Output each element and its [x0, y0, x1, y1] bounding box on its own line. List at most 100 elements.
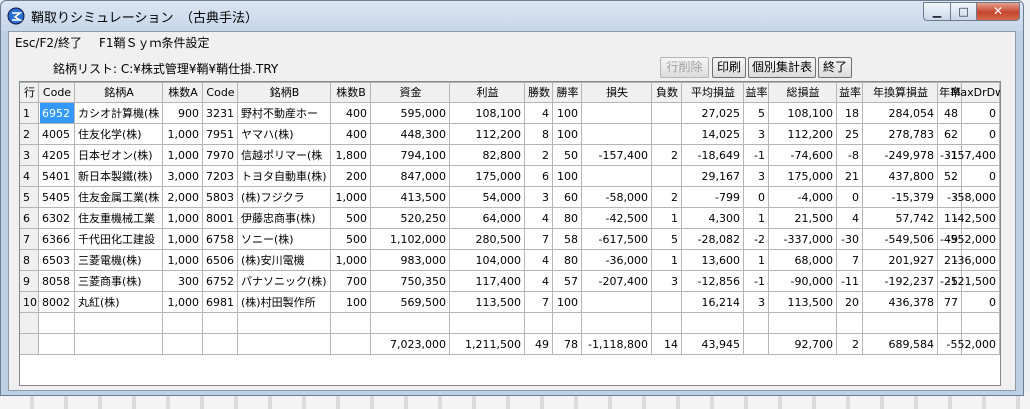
title-bar[interactable]: 鞘取りシミュレーション （古典手法） ▁ □ ✕ [1, 1, 1023, 31]
table-cell: 三菱商事(株) [78, 274, 142, 288]
table-cell: -4,000 [798, 191, 833, 204]
table-cell: -1,118,800 [588, 338, 648, 351]
table-cell: 5 [758, 107, 765, 120]
table-cell: 3231 [206, 107, 234, 120]
table-cell: 100 [557, 128, 578, 141]
table-cell: 野村不動産ホー [241, 106, 318, 120]
table-cell: -12,856 [698, 275, 740, 288]
table-cell: 6503 [42, 254, 70, 267]
table-cell: 1 [758, 254, 765, 267]
table-cell: -552,000 [947, 233, 996, 246]
print-button[interactable]: 印刷 [712, 57, 746, 78]
table-cell: 6752 [206, 275, 234, 288]
table-cell: 43,945 [702, 338, 741, 351]
table-cell: -28,082 [698, 233, 740, 246]
table-cell: 2 [671, 191, 678, 204]
table-cell: 500 [346, 212, 367, 225]
table-cell: 689,584 [889, 338, 935, 351]
window-title: 鞘取りシミュレーション （古典手法） [31, 11, 258, 26]
exit-button[interactable]: 終了 [818, 57, 852, 78]
table-cell: 29,167 [702, 170, 741, 183]
maximize-button[interactable]: □ [950, 2, 977, 21]
results-grid[interactable]: 行 Code 銘柄A 株数A Code 銘柄B 株数B 資金 利益 勝数 勝率 損失 負数 平均損益 益率総… [19, 81, 1001, 386]
table-cell: 7 [542, 296, 549, 309]
table-cell: ヤマハ(株) [241, 127, 294, 141]
table-cell: 62 [944, 128, 958, 141]
column-header: 年換算損益 [873, 85, 928, 99]
column-header: 損失 [606, 85, 628, 99]
column-header: 株数B [336, 85, 366, 99]
column-header: 株数A [168, 85, 198, 99]
table-cell: 113,500 [476, 296, 522, 309]
table-cell: 3 [23, 149, 30, 162]
table-cell: 2 [23, 128, 30, 141]
table-cell: 700 [346, 275, 367, 288]
table-cell: 448,300 [401, 128, 447, 141]
table-cell: 58 [564, 233, 578, 246]
table-cell: 108,100 [788, 107, 834, 120]
table-cell: -30 [841, 233, 859, 246]
delete-row-button[interactable]: 行削除 [660, 57, 709, 78]
table-cell: 1 [671, 254, 678, 267]
table-cell: 2 [542, 149, 549, 162]
table-cell: 2 [671, 149, 678, 162]
table-cell: 27,025 [702, 107, 741, 120]
table-cell: 丸紅(株) [78, 295, 120, 309]
table-cell: 413,500 [401, 191, 447, 204]
table-cell: 80 [564, 212, 578, 225]
results-table[interactable]: 行 Code 銘柄A 株数A Code 銘柄B 株数B 資金 利益 勝数 勝率 損失 負数 平均損益 益率総… [20, 82, 1000, 385]
table-cell: -157,400 [947, 149, 996, 162]
table-cell: 0 [989, 296, 996, 309]
column-header: 銘柄A [104, 85, 134, 99]
table-cell: 82,800 [483, 149, 522, 162]
table-cell: 伊藤忠商事(株) [241, 211, 316, 225]
table-cell: 8002 [42, 296, 70, 309]
table-cell: -337,000 [784, 233, 833, 246]
menu-item-exit[interactable]: Esc/F2/終了 [15, 34, 82, 51]
table-cell: 8058 [42, 275, 70, 288]
table-cell: 14,025 [702, 128, 741, 141]
table-cell: (株)村田製作所 [241, 295, 316, 309]
table-cell: 847,000 [401, 170, 447, 183]
column-header: 勝率 [557, 85, 579, 99]
table-cell: 7 [23, 233, 30, 246]
close-button[interactable]: ✕ [976, 2, 1020, 21]
table-cell: -74,600 [791, 149, 833, 162]
table-cell: -36,000 [954, 254, 996, 267]
table-cell: (株)フジクラ [241, 190, 305, 204]
minimize-button[interactable]: ▁ [923, 2, 951, 21]
table-cell: 6 [542, 170, 549, 183]
individual-summary-button[interactable]: 個別集計表 [748, 57, 816, 78]
table-cell: 住友金属工業(株 [78, 190, 159, 204]
menu-bar: Esc/F2/終了 F1鞘Ｓｙｍ条件設定 [9, 32, 1015, 50]
table-cell: 278,783 [889, 128, 935, 141]
table-cell: 7951 [206, 128, 234, 141]
menu-item-settings[interactable]: F1鞘Ｓｙｍ条件設定 [99, 34, 210, 51]
table-cell: 0 [989, 170, 996, 183]
table-cell: 3 [758, 128, 765, 141]
table-cell: -90,000 [791, 275, 833, 288]
table-cell: 5 [23, 191, 30, 204]
column-header: MaxDrDwn [951, 86, 1000, 99]
table-cell: 569,500 [401, 296, 447, 309]
table-cell: 595,000 [401, 107, 447, 120]
table-cell: 4,300 [709, 212, 741, 225]
table-cell: -58,000 [954, 191, 996, 204]
table-cell: 100 [346, 296, 367, 309]
table-cell: 78 [564, 338, 578, 351]
table-cell: 80 [564, 254, 578, 267]
table-cell: 4 [852, 212, 859, 225]
table-cell: 日本ゼオン(株) [78, 148, 153, 162]
table-cell: 21 [845, 170, 859, 183]
column-header: Code [206, 86, 234, 99]
table-cell: トヨタ自動車(株) [241, 169, 327, 183]
table-cell: 1 [671, 212, 678, 225]
table-cell: -552,000 [947, 338, 996, 351]
table-cell: 100 [557, 170, 578, 183]
table-cell: 6506 [206, 254, 234, 267]
table-cell: -1 [754, 275, 765, 288]
table-cell: 住友重機械工業 [78, 211, 155, 225]
table-cell: 300 [178, 275, 199, 288]
table-cell: 千代田化工建設 [78, 232, 155, 246]
table-cell: 4 [542, 107, 549, 120]
